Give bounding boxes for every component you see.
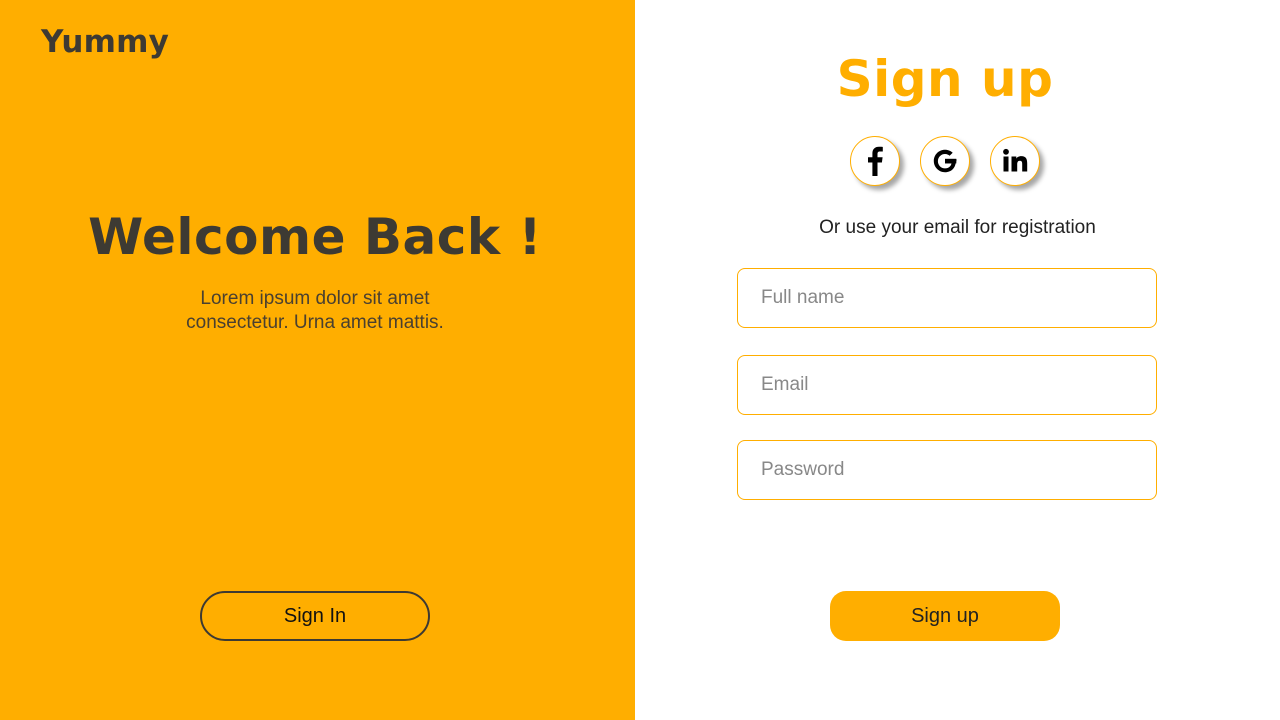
google-icon	[933, 149, 957, 173]
sign-up-button[interactable]: Sign up	[830, 591, 1060, 641]
signup-title: Sign up	[836, 50, 1054, 108]
facebook-button[interactable]	[850, 136, 900, 186]
welcome-panel: Yummy Welcome Back ! Lorem ipsum dolor s…	[0, 0, 635, 720]
password-input[interactable]	[737, 440, 1157, 500]
email-input[interactable]	[737, 355, 1157, 415]
welcome-text-line1: Lorem ipsum dolor sit amet	[200, 288, 430, 309]
welcome-text: Lorem ipsum dolor sit amet consectetur. …	[165, 287, 465, 335]
google-button[interactable]	[920, 136, 970, 186]
brand-logo: Yummy	[41, 24, 170, 60]
registration-hint: Or use your email for registration	[819, 217, 1096, 238]
welcome-text-line2: consectetur. Urna amet mattis.	[186, 312, 444, 333]
facebook-icon	[868, 146, 883, 176]
social-login-row	[850, 136, 1040, 186]
full-name-input[interactable]	[737, 268, 1157, 328]
welcome-title: Welcome Back !	[88, 208, 542, 266]
sign-in-button[interactable]: Sign In	[200, 591, 430, 641]
linkedin-icon	[1003, 148, 1028, 172]
linkedin-button[interactable]	[990, 136, 1040, 186]
signup-panel: Sign up Or use your email for registrati…	[635, 0, 1280, 720]
